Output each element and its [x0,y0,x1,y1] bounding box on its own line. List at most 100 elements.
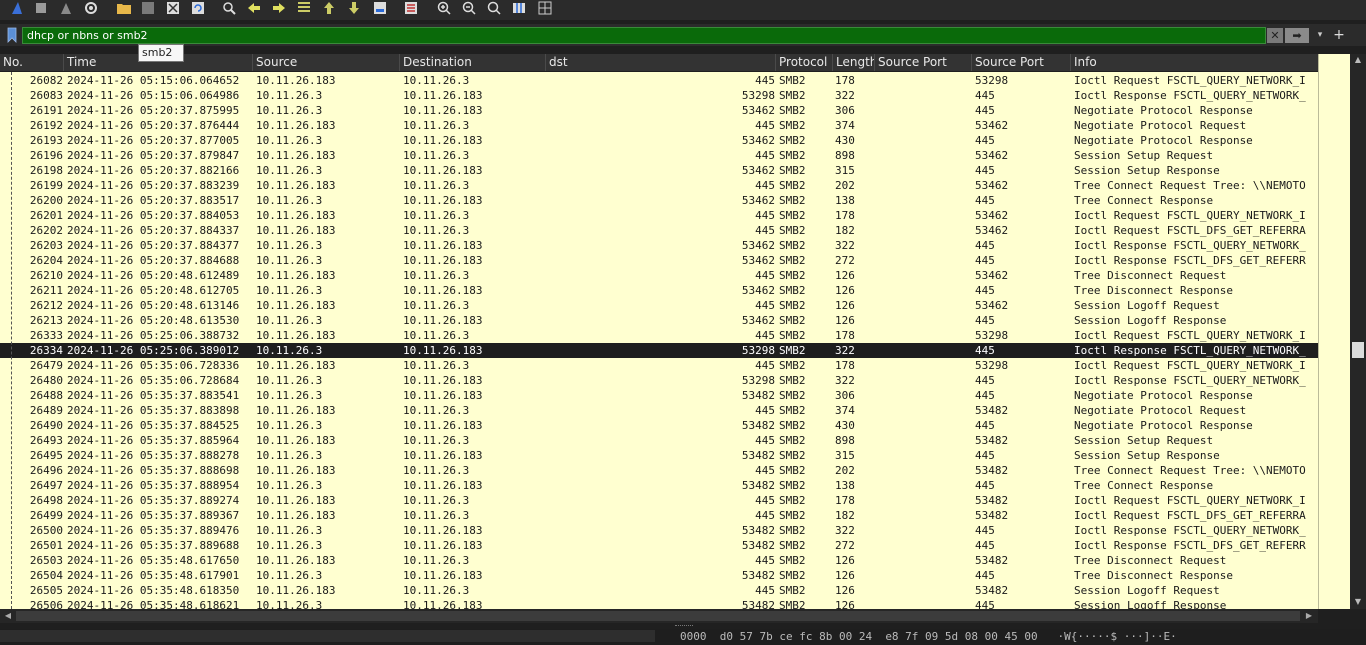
table-row[interactable]: 26498 2024-11-26 05:35:37.889274 10.11.26.… [0,493,1318,508]
bytes-pane-scrollbar[interactable] [0,630,655,642]
vertical-scrollbar[interactable] [1350,54,1366,609]
packet-dst-port: 53462 [741,134,775,147]
auto-scroll-icon[interactable] [371,0,389,16]
table-row[interactable]: 26211 2024-11-26 05:20:48.612705 10.11.26.… [0,283,1318,298]
table-row[interactable]: 26203 2024-11-26 05:20:37.884377 10.11.26.… [0,238,1318,253]
column-header-protocol[interactable]: Protocol [776,54,833,71]
packet-source: 10.11.26.3 [256,284,323,297]
table-row[interactable]: 26201 2024-11-26 05:20:37.884053 10.11.26.… [0,208,1318,223]
table-row[interactable]: 26199 2024-11-26 05:20:37.883239 10.11.26.… [0,178,1318,193]
scroll-left-arrow-icon[interactable]: ◀ [2,609,14,623]
reload-icon[interactable] [189,0,207,16]
column-header-info[interactable]: Info [1071,54,1318,71]
horizontal-scrollbar-thumb[interactable] [16,611,1300,621]
zoom-in-icon[interactable] [435,0,453,16]
table-row[interactable]: 26333 2024-11-26 05:25:06.388732 10.11.26.… [0,328,1318,343]
table-row[interactable]: 26493 2024-11-26 05:35:37.885964 10.11.26.… [0,433,1318,448]
table-row[interactable]: 26497 2024-11-26 05:35:37.888954 10.11.26.… [0,478,1318,493]
table-row[interactable]: 26193 2024-11-26 05:20:37.877005 10.11.26.… [0,133,1318,148]
filter-history-dropdown[interactable]: ▾ [1313,27,1327,43]
column-header-length[interactable]: Length [833,54,875,71]
packet-source-port-2: 445 [975,254,995,267]
stop-icon[interactable] [32,0,50,16]
vertical-scrollbar-thumb[interactable] [1352,342,1364,358]
packet-length: 430 [835,134,855,147]
normal-size-icon[interactable] [485,0,503,16]
go-forward-icon[interactable] [270,0,288,16]
last-packet-icon[interactable] [345,0,363,16]
table-row[interactable]: 26198 2024-11-26 05:20:37.882166 10.11.26.… [0,163,1318,178]
apply-filter-button[interactable]: ➡ [1285,28,1309,43]
table-row[interactable]: 26505 2024-11-26 05:35:48.618350 10.11.26.… [0,583,1318,598]
packet-length: 322 [835,344,855,357]
packet-list[interactable]: 26082 2024-11-26 05:15:06.064652 10.11.26.… [0,72,1318,609]
table-row[interactable]: 26503 2024-11-26 05:35:48.617650 10.11.26.… [0,553,1318,568]
column-header-source[interactable]: Source [253,54,400,71]
save-icon[interactable] [139,0,157,16]
column-header-dst[interactable]: dst [546,54,776,71]
display-filter-input[interactable] [22,27,1266,44]
table-row[interactable]: 26496 2024-11-26 05:35:37.888698 10.11.26.… [0,463,1318,478]
column-header-no[interactable]: No. [0,54,64,71]
table-row[interactable]: 26490 2024-11-26 05:35:37.884525 10.11.26.… [0,418,1318,433]
packet-dst-port: 53298 [741,374,775,387]
packet-destination: 10.11.26.183 [403,194,483,207]
resize-columns-icon[interactable] [510,0,528,16]
table-row[interactable]: 26501 2024-11-26 05:35:37.889688 10.11.26.… [0,538,1318,553]
options-gear-icon[interactable] [82,0,100,16]
packet-number: 26496 [29,464,63,477]
zoom-out-icon[interactable] [460,0,478,16]
clear-filter-button[interactable]: ✕ [1267,28,1283,43]
packet-length: 322 [835,524,855,537]
table-row[interactable]: 26210 2024-11-26 05:20:48.612489 10.11.26.… [0,268,1318,283]
packet-length: 306 [835,389,855,402]
table-row[interactable]: 26495 2024-11-26 05:35:37.888278 10.11.26.… [0,448,1318,463]
table-row[interactable]: 26192 2024-11-26 05:20:37.876444 10.11.26.… [0,118,1318,133]
table-row[interactable]: 26082 2024-11-26 05:15:06.064652 10.11.26.… [0,73,1318,88]
table-row-selected[interactable]: 26334 2024-11-26 05:25:06.389012 10.11.26.… [0,343,1318,358]
scroll-right-arrow-icon[interactable]: ▶ [1303,609,1315,623]
table-row[interactable]: 26506 2024-11-26 05:35:48.618621 10.11.26.… [0,598,1318,609]
find-icon[interactable] [220,0,238,16]
table-row[interactable]: 26488 2024-11-26 05:35:37.883541 10.11.26.… [0,388,1318,403]
table-row[interactable]: 26191 2024-11-26 05:20:37.875995 10.11.26.… [0,103,1318,118]
table-row[interactable]: 26499 2024-11-26 05:35:37.889367 10.11.26.… [0,508,1318,523]
shark-fin-icon[interactable] [8,0,26,16]
column-header-source-port-2[interactable]: Source Port [972,54,1071,71]
packet-length: 202 [835,464,855,477]
table-row[interactable]: 26213 2024-11-26 05:20:48.613530 10.11.26.… [0,313,1318,328]
restart-icon[interactable] [57,0,75,16]
packet-destination: 10.11.26.183 [403,104,483,117]
table-row[interactable]: 26083 2024-11-26 05:15:06.064986 10.11.26.… [0,88,1318,103]
table-row[interactable]: 26196 2024-11-26 05:20:37.879847 10.11.26.… [0,148,1318,163]
scroll-down-arrow-icon[interactable]: ▼ [1350,596,1366,608]
open-folder-icon[interactable] [115,0,133,16]
colorize-icon[interactable] [402,0,420,16]
table-row[interactable]: 26200 2024-11-26 05:20:37.883517 10.11.26.… [0,193,1318,208]
add-filter-button[interactable]: + [1332,26,1346,44]
column-header-destination[interactable]: Destination [400,54,546,71]
bookmark-icon[interactable] [6,27,18,43]
scroll-up-arrow-icon[interactable]: ▲ [1350,54,1366,66]
filter-autocomplete-suggestion[interactable]: smb2 [138,44,184,62]
table-row[interactable]: 26489 2024-11-26 05:35:37.883898 10.11.26.… [0,403,1318,418]
go-back-icon[interactable] [245,0,263,16]
packet-length: 178 [835,359,855,372]
table-row[interactable]: 26479 2024-11-26 05:35:06.728336 10.11.26.… [0,358,1318,373]
table-row[interactable]: 26202 2024-11-26 05:20:37.884337 10.11.26.… [0,223,1318,238]
table-row[interactable]: 26212 2024-11-26 05:20:48.613146 10.11.26.… [0,298,1318,313]
table-row[interactable]: 26504 2024-11-26 05:35:48.617901 10.11.26.… [0,568,1318,583]
layout-icon[interactable] [536,0,554,16]
go-to-packet-icon[interactable] [295,0,313,16]
first-packet-icon[interactable] [320,0,338,16]
table-row[interactable]: 26500 2024-11-26 05:35:37.889476 10.11.26.… [0,523,1318,538]
packet-time: 2024-11-26 05:25:06.388732 [67,329,240,342]
table-row[interactable]: 26204 2024-11-26 05:20:37.884688 10.11.26.… [0,253,1318,268]
table-row[interactable]: 26480 2024-11-26 05:35:06.728684 10.11.26.… [0,373,1318,388]
splitter-grip-icon[interactable] [675,625,693,628]
close-file-icon[interactable] [164,0,182,16]
packet-source: 10.11.26.3 [256,254,323,267]
column-header-source-port[interactable]: Source Port [875,54,972,71]
packet-length: 182 [835,509,855,522]
bytes-ascii: ·W{·····$ ···]··E· [1057,630,1177,643]
